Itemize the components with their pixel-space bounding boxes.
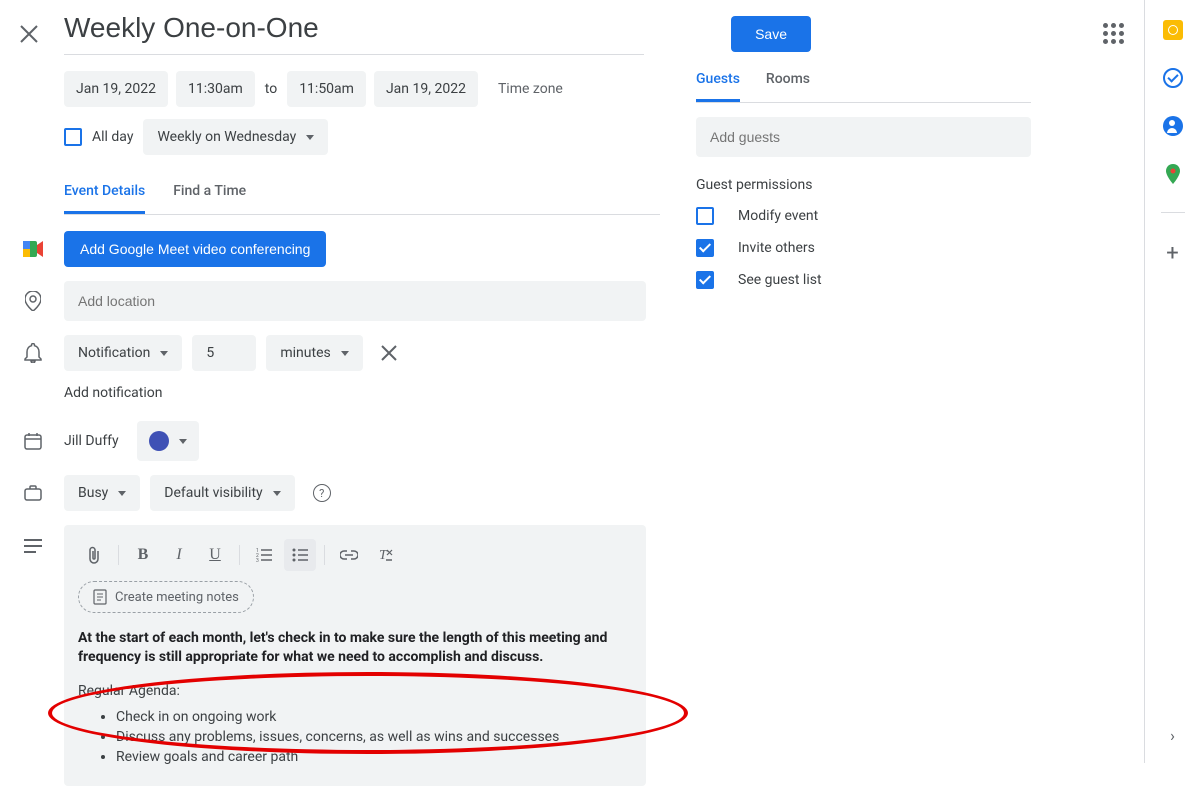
guest-permissions-header: Guest permissions xyxy=(696,177,1031,193)
remove-notification-icon[interactable] xyxy=(373,345,405,361)
visibility-dropdown[interactable]: Default visibility xyxy=(150,475,294,511)
link-icon[interactable] xyxy=(333,539,365,571)
timezone-link[interactable]: Time zone xyxy=(498,81,563,97)
notification-type-dropdown[interactable]: Notification xyxy=(64,335,182,371)
allday-label: All day xyxy=(92,129,133,145)
underline-icon[interactable]: U xyxy=(199,539,231,571)
invite-others-checkbox[interactable] xyxy=(696,239,714,257)
tab-guests[interactable]: Guests xyxy=(696,71,740,102)
event-title-input[interactable] xyxy=(64,12,644,55)
sidepanel-divider xyxy=(1161,212,1185,213)
maps-icon[interactable] xyxy=(1163,164,1183,184)
svg-text:3: 3 xyxy=(256,558,259,562)
calendar-icon xyxy=(20,432,46,450)
italic-icon[interactable]: I xyxy=(163,539,195,571)
modify-event-checkbox[interactable] xyxy=(696,207,714,225)
description-editor[interactable]: B I U 123 xyxy=(64,525,646,786)
event-color-dropdown[interactable] xyxy=(137,421,199,461)
start-time-chip[interactable]: 11:30am xyxy=(176,71,255,107)
invite-others-label: Invite others xyxy=(738,240,815,256)
agenda-header: Regular Agenda: xyxy=(78,683,632,699)
description-bold-text: At the start of each month, let's check … xyxy=(78,629,632,667)
notification-value-input[interactable]: 5 xyxy=(192,335,256,371)
agenda-list: Check in on ongoing work Discuss any pro… xyxy=(78,707,632,768)
add-notification-link[interactable]: Add notification xyxy=(64,385,660,401)
document-icon xyxy=(93,589,107,605)
keep-icon[interactable] xyxy=(1163,20,1183,40)
list-item: Discuss any problems, issues, concerns, … xyxy=(116,727,632,747)
to-label: to xyxy=(263,81,279,97)
list-item: Check in on ongoing work xyxy=(116,707,632,727)
bold-icon[interactable]: B xyxy=(127,539,159,571)
bulleted-list-icon[interactable] xyxy=(284,539,316,571)
create-meeting-notes-button[interactable]: Create meeting notes xyxy=(78,581,254,613)
notification-unit-dropdown[interactable]: minutes xyxy=(266,335,362,371)
attach-icon[interactable] xyxy=(78,539,110,571)
allday-checkbox[interactable] xyxy=(64,128,82,146)
chevron-down-icon xyxy=(306,135,314,140)
availability-dropdown[interactable]: Busy xyxy=(64,475,140,511)
modify-event-label: Modify event xyxy=(738,208,818,224)
add-guests-input[interactable] xyxy=(696,117,1031,157)
clear-formatting-icon[interactable]: T xyxy=(369,539,401,571)
see-guest-list-label: See guest list xyxy=(738,272,822,288)
briefcase-icon xyxy=(20,485,46,501)
description-icon xyxy=(20,525,46,786)
save-button[interactable]: Save xyxy=(731,16,811,52)
end-time-chip[interactable]: 11:50am xyxy=(287,71,366,107)
add-addon-icon[interactable]: + xyxy=(1166,241,1178,266)
location-icon xyxy=(20,291,46,311)
location-input[interactable] xyxy=(64,281,646,321)
see-guest-list-checkbox[interactable] xyxy=(696,271,714,289)
collapse-sidepanel-icon[interactable]: › xyxy=(1170,726,1175,745)
color-swatch xyxy=(149,431,169,451)
add-google-meet-button[interactable]: Add Google Meet video conferencing xyxy=(64,231,326,267)
close-icon[interactable] xyxy=(20,21,52,47)
recurrence-dropdown[interactable]: Weekly on Wednesday xyxy=(143,119,328,155)
tab-rooms[interactable]: Rooms xyxy=(766,71,810,102)
tab-find-a-time[interactable]: Find a Time xyxy=(173,183,246,214)
help-icon[interactable]: ? xyxy=(313,484,331,502)
list-item: Review goals and career path xyxy=(116,747,632,767)
tasks-icon[interactable] xyxy=(1163,68,1183,88)
tab-event-details[interactable]: Event Details xyxy=(64,183,145,214)
calendar-owner-name: Jill Duffy xyxy=(64,433,119,449)
contacts-icon[interactable] xyxy=(1163,116,1183,136)
numbered-list-icon[interactable]: 123 xyxy=(248,539,280,571)
google-apps-icon[interactable] xyxy=(1103,23,1124,44)
start-date-chip[interactable]: Jan 19, 2022 xyxy=(64,71,168,107)
google-meet-icon xyxy=(20,241,46,257)
bell-icon xyxy=(20,343,46,363)
end-date-chip[interactable]: Jan 19, 2022 xyxy=(374,71,478,107)
